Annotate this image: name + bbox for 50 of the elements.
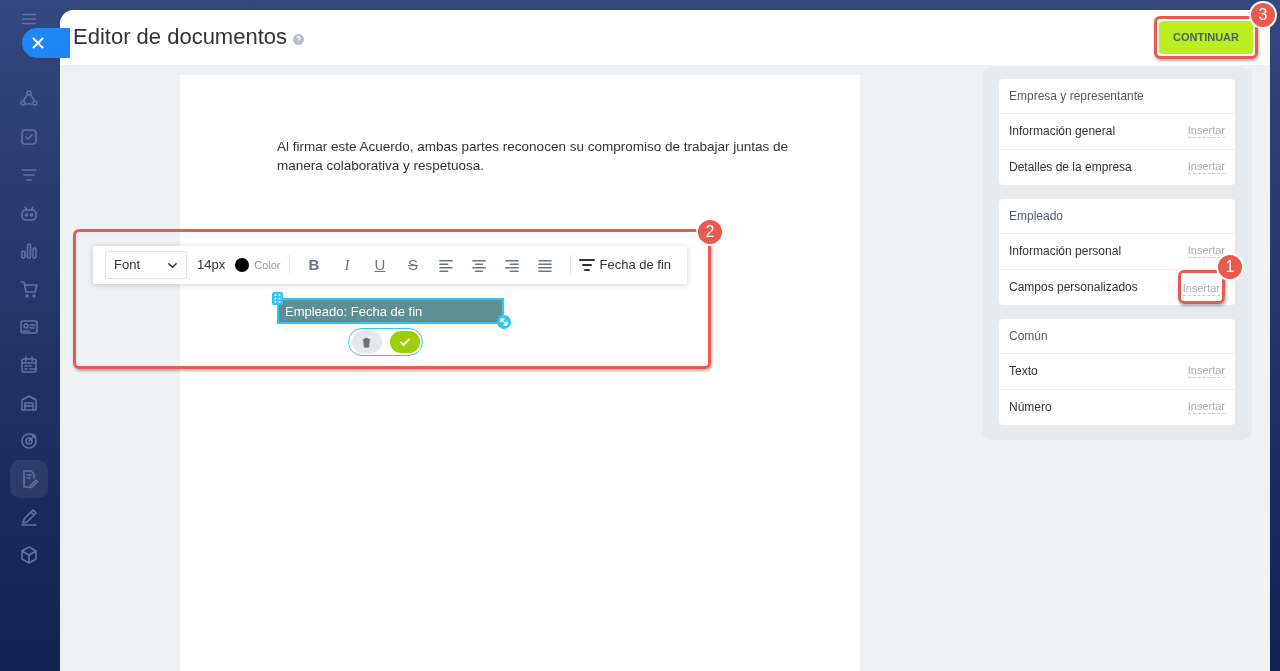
target-icon (19, 431, 39, 451)
field-label: Número (1009, 399, 1052, 417)
id-card-icon (19, 317, 39, 337)
field-label: Texto (1009, 363, 1038, 381)
placed-field[interactable]: Empleado: Fecha de fin (277, 298, 504, 324)
robot-icon (19, 203, 39, 223)
underline-button[interactable]: U (363, 251, 397, 279)
font-size-button[interactable]: 14px (197, 251, 226, 279)
font-select[interactable]: Font (105, 251, 187, 279)
field-name-button[interactable]: Fecha de fin (578, 251, 672, 279)
help-icon[interactable] (293, 34, 305, 45)
cart-icon (19, 279, 39, 299)
check-icon (398, 336, 411, 348)
italic-button[interactable]: I (330, 251, 364, 279)
group-title: Empresa y representante (999, 79, 1235, 114)
strikethrough-button[interactable]: S (396, 251, 430, 279)
annotation-badge: 1 (1216, 253, 1244, 282)
cube-icon (19, 545, 39, 565)
field-label: Información personal (1009, 243, 1122, 261)
field-label: Campos personalizados (1009, 279, 1138, 297)
bold-button[interactable]: B (297, 251, 331, 279)
window-title: Editor de documentos (73, 24, 288, 51)
confirm-button[interactable] (389, 331, 420, 353)
field-label: Detalles de la empresa (1009, 159, 1132, 177)
calendar-icon (19, 355, 39, 375)
bar-chart-icon (19, 241, 39, 261)
document-paragraph: Al firmar este Acuerdo, ambas partes reconocen su compromiso de trabajar juntas de manera colaborativa y respetuosa. (277, 138, 789, 175)
garage-icon (19, 393, 39, 413)
color-button[interactable]: Color (235, 251, 281, 279)
sidebar-item[interactable] (10, 460, 48, 498)
nodes-icon (19, 89, 39, 109)
close-button[interactable] (22, 28, 70, 58)
annotation-badge: 3 (1249, 1, 1277, 30)
drag-handle-icon[interactable] (272, 292, 283, 305)
justify-icon (537, 258, 553, 273)
annotation-badge: 2 (696, 218, 724, 246)
filter-icon (578, 258, 595, 272)
trash-icon (361, 336, 372, 348)
group-title: Empleado (999, 199, 1235, 234)
resize-icon[interactable] (497, 315, 511, 329)
close-icon (32, 37, 44, 49)
field-label: Información general (1009, 123, 1116, 141)
pencil-icon (19, 507, 39, 527)
align-right-icon (504, 258, 520, 273)
group-title: Común (999, 319, 1235, 354)
delete-button[interactable] (351, 331, 382, 353)
checkbox-icon (19, 127, 39, 147)
continue-button[interactable]: CONTINUAR (1159, 21, 1253, 54)
align-left-icon (438, 258, 454, 273)
align-center-icon (471, 258, 487, 273)
